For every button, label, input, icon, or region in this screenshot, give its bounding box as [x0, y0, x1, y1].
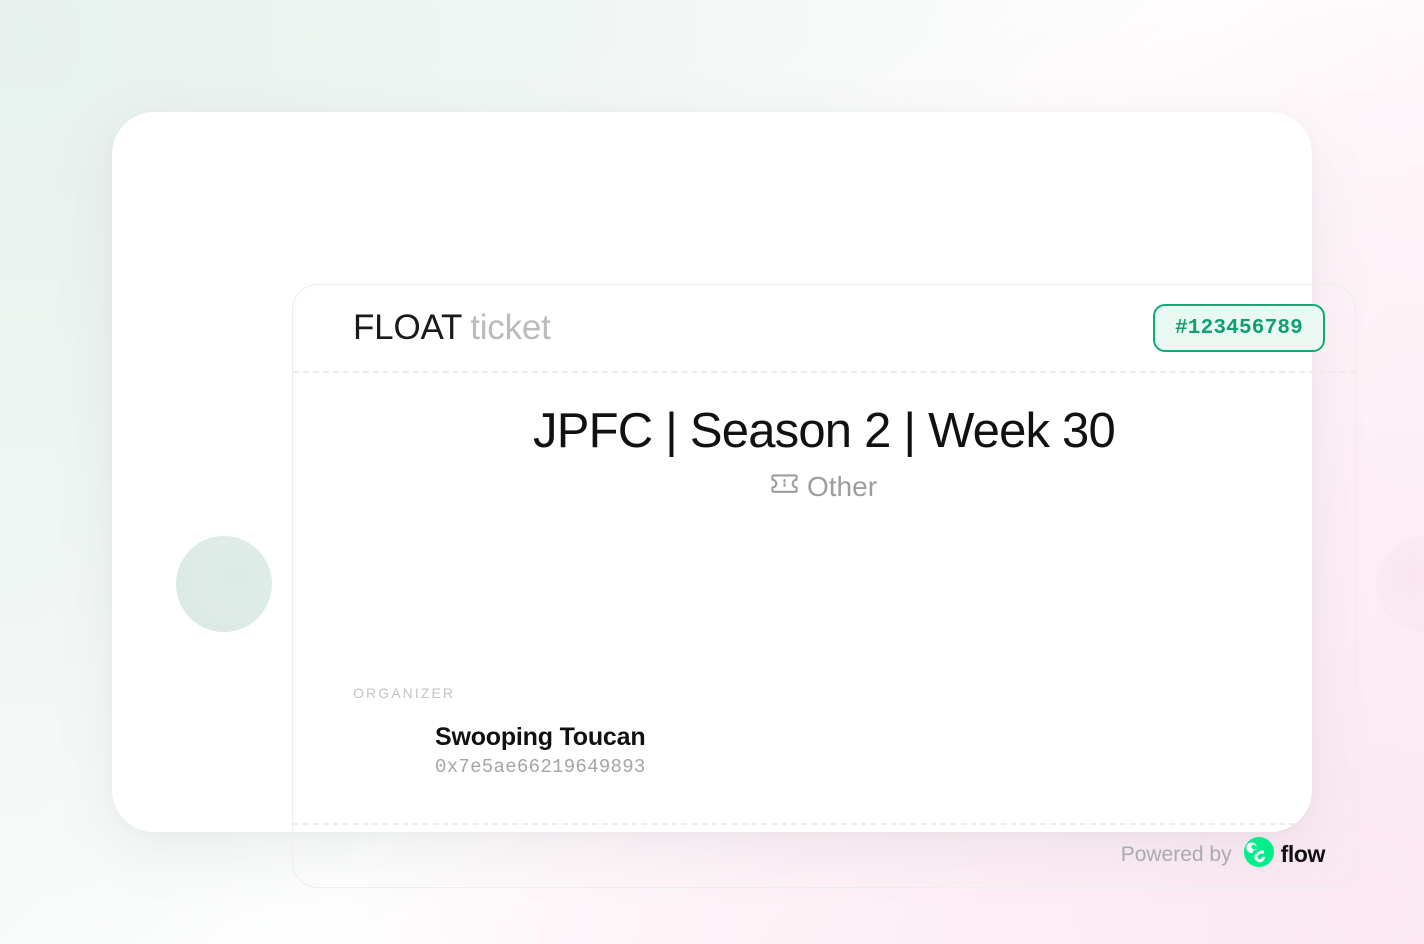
event-type-row: Other: [293, 471, 1355, 503]
event-info-block: JPFC | Season 2 | Week 30 Other: [293, 404, 1355, 503]
dashed-divider-top: [293, 371, 1355, 373]
organizer-details: Swooping Toucan 0x7e5ae66219649893: [353, 723, 913, 778]
brand-name-float: FLOAT: [353, 308, 463, 347]
event-type-label: Other: [806, 470, 878, 502]
ticket-serial-badge[interactable]: #123456789: [1152, 304, 1325, 352]
powered-by-label: Powered by: [1120, 842, 1232, 866]
brand-label-ticket: ticket: [470, 308, 551, 347]
organizer-address: 0x7e5ae66219649893: [435, 756, 646, 778]
ticket-inner-panel: FLOAT ticket #123456789 JPFC | Season 2 |…: [292, 284, 1356, 888]
dashed-divider-bottom: [293, 823, 1355, 825]
event-title: JPFC | Season 2 | Week 30: [533, 404, 1116, 458]
organizer-name: Swooping Toucan: [435, 723, 646, 751]
ticket-icon: [771, 474, 798, 500]
ticket-header: FLOAT ticket #123456789: [293, 285, 1355, 371]
float-brand-wordmark: FLOAT ticket: [353, 308, 551, 348]
flow-brand-lockup[interactable]: flow: [1243, 837, 1326, 872]
ticket-notch-left: [176, 536, 272, 632]
float-ticket-card: FLOAT ticket #123456789 JPFC | Season 2 |…: [112, 112, 1424, 888]
ticket-footer: Powered by flow: [1121, 837, 1325, 872]
organizer-section-label: ORGANIZER: [353, 685, 456, 701]
organizer-block: ORGANIZER Swooping Toucan 0x7e5ae6621964…: [353, 685, 913, 778]
flow-logo-icon: [1243, 837, 1274, 872]
flow-wordmark: flow: [1280, 841, 1326, 867]
